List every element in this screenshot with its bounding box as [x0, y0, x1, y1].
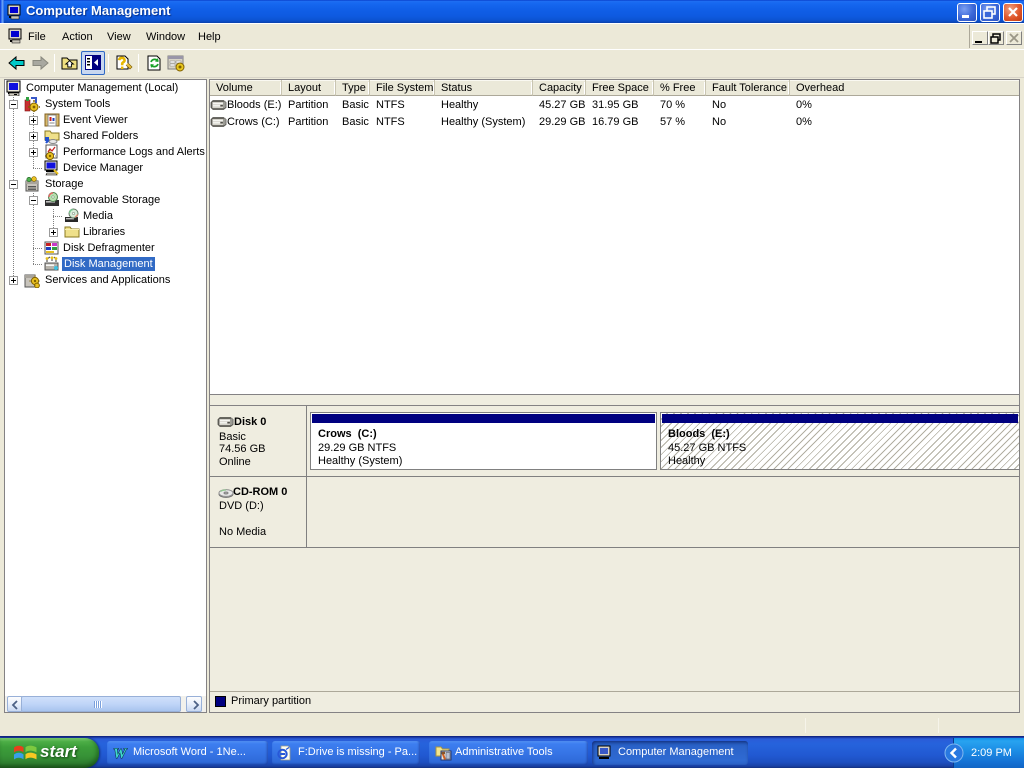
svg-text:W: W: [113, 746, 128, 761]
